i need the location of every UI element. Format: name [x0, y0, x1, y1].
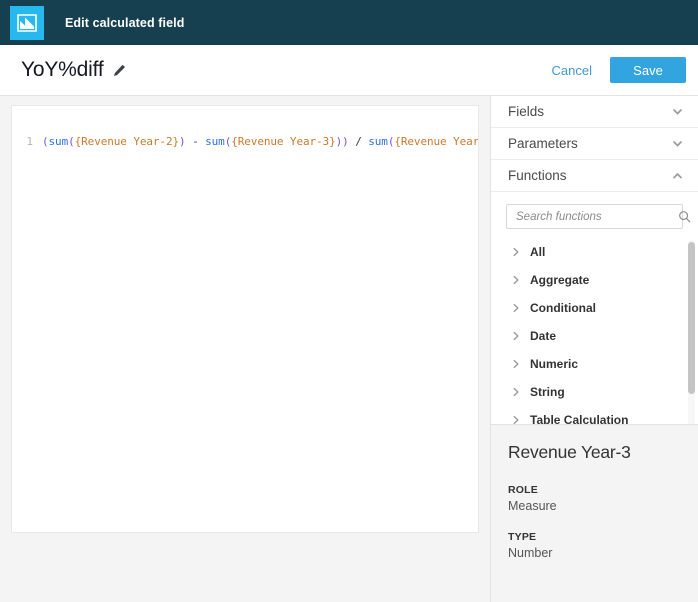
main-content-area: 1 (sum({Revenue Year-2}) - sum({Revenue … — [0, 95, 698, 602]
chevron-right-icon[interactable] — [510, 386, 522, 398]
formula-expression[interactable]: (sum({Revenue Year-2}) - sum({Revenue Ye… — [42, 134, 479, 150]
chevron-right-icon[interactable] — [510, 358, 522, 370]
field-role-label: ROLE — [508, 484, 538, 496]
function-category-label: All — [530, 245, 546, 259]
formula-token-op: - — [185, 135, 206, 148]
formula-token-field: {Revenue Year-3} — [394, 135, 479, 148]
formula-token-func: sum — [205, 135, 225, 148]
search-functions-wrap — [491, 192, 698, 238]
side-panel: Fields Parameters Functions Search funct… — [490, 96, 698, 602]
formula-editor[interactable]: 1 (sum({Revenue Year-2}) - sum({Revenue … — [11, 105, 479, 533]
search-icon[interactable] — [678, 210, 691, 223]
formula-token-field: {Revenue Year-2} — [74, 135, 180, 148]
function-category-item[interactable]: All — [491, 238, 698, 266]
search-input[interactable] — [507, 210, 678, 223]
line-number: 1 — [26, 135, 33, 148]
function-category-list[interactable]: All Aggregate Conditional Date Numeric String… — [491, 238, 698, 428]
sidebar-section-functions-label: Functions — [508, 168, 567, 183]
sidebar-section-parameters[interactable]: Parameters — [491, 128, 698, 160]
field-detail-panel: Revenue Year-3 ROLE Measure TYPE Number — [491, 424, 698, 602]
field-type-value: Number — [508, 546, 553, 560]
chevron-down-icon[interactable] — [670, 105, 684, 119]
chevron-up-icon[interactable] — [670, 169, 684, 183]
function-category-item[interactable]: Conditional — [491, 294, 698, 322]
code-line-1: 1 (sum({Revenue Year-2}) - sum({Revenue … — [12, 106, 478, 150]
function-category-item[interactable]: Numeric — [491, 350, 698, 378]
function-category-item[interactable]: Date — [491, 322, 698, 350]
edit-calculated-field-window: Edit calculated field YoY%diff Cancel Sa… — [0, 0, 698, 602]
formula-token-func: sum — [48, 135, 69, 148]
chevron-right-icon[interactable] — [510, 246, 522, 258]
chevron-down-icon[interactable] — [670, 137, 684, 151]
search-functions-box[interactable] — [506, 204, 691, 229]
chevron-right-icon[interactable] — [510, 330, 522, 342]
field-type-label: TYPE — [508, 531, 537, 543]
chevron-right-icon[interactable] — [510, 302, 522, 314]
function-category-item[interactable]: String — [491, 378, 698, 406]
sidebar-section-fields-label: Fields — [508, 104, 545, 119]
field-role-value: Measure — [508, 499, 557, 513]
formula-token-field: {Revenue Year-3} — [231, 135, 336, 148]
page-title: YoY%diff — [21, 58, 104, 81]
app-header-bar: Edit calculated field — [0, 0, 698, 45]
sidebar-section-parameters-label: Parameters — [508, 136, 578, 151]
function-category-label: String — [530, 385, 565, 399]
sidebar-section-functions[interactable]: Functions — [491, 160, 698, 192]
formula-token-func: sum — [368, 135, 388, 148]
pencil-icon[interactable] — [112, 63, 127, 78]
function-category-label: Numeric — [530, 357, 579, 371]
formula-token-op: / — [348, 135, 369, 148]
save-button[interactable]: Save — [610, 57, 686, 83]
cancel-button[interactable]: Cancel — [552, 63, 592, 78]
sidebar-section-fields[interactable]: Fields — [491, 96, 698, 128]
quicksight-logo-icon[interactable] — [10, 5, 44, 40]
app-header-title: Edit calculated field — [65, 15, 185, 30]
function-category-item[interactable]: Aggregate — [491, 266, 698, 294]
function-category-label: Conditional — [530, 301, 596, 315]
function-category-label: Aggregate — [530, 273, 590, 287]
chevron-right-icon[interactable] — [510, 274, 522, 286]
title-bar: YoY%diff Cancel Save — [0, 45, 698, 95]
function-category-label: Date — [530, 329, 557, 343]
title-actions: Cancel Save — [552, 57, 686, 83]
field-detail-title: Revenue Year-3 — [508, 442, 631, 462]
category-scrollbar-thumb[interactable] — [688, 242, 695, 394]
